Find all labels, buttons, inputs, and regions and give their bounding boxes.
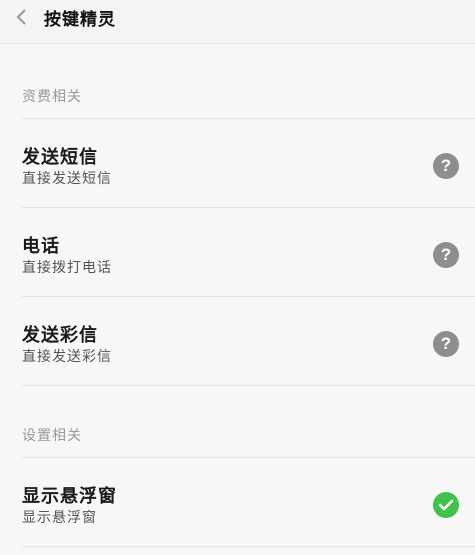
item-title: 发送彩信	[22, 325, 98, 346]
item-subtitle: 显示悬浮窗	[22, 510, 97, 526]
list-item-send-mms[interactable]: 发送彩信 直接发送彩信 ?	[0, 321, 475, 409]
item-title: 电话	[22, 236, 60, 257]
divider	[22, 385, 475, 386]
divider	[22, 546, 475, 547]
list-item-phone-call[interactable]: 电话 直接拨打电话 ?	[0, 232, 475, 320]
page-title: 按键精灵	[44, 10, 116, 30]
item-title: 显示悬浮窗	[22, 486, 117, 507]
help-icon[interactable]: ?	[433, 242, 459, 268]
help-icon[interactable]: ?	[433, 331, 459, 357]
item-subtitle: 直接发送短信	[22, 171, 112, 187]
list-item-floating-window[interactable]: 显示悬浮窗 显示悬浮窗	[0, 482, 475, 555]
section-header-fees: 资费相关	[22, 89, 82, 105]
divider	[22, 207, 475, 208]
top-app-bar: 按键精灵	[0, 0, 475, 44]
check-circle-icon[interactable]	[433, 492, 459, 518]
divider	[22, 457, 475, 458]
item-subtitle: 直接拨打电话	[22, 260, 112, 276]
list-item-send-sms[interactable]: 发送短信 直接发送短信 ?	[0, 143, 475, 231]
help-icon[interactable]: ?	[433, 153, 459, 179]
checkmark-icon	[438, 499, 454, 511]
item-title: 发送短信	[22, 147, 98, 168]
divider	[22, 296, 475, 297]
divider	[22, 118, 475, 119]
section-header-settings: 设置相关	[22, 428, 82, 444]
chevron-left-icon	[16, 9, 26, 25]
item-subtitle: 直接发送彩信	[22, 349, 112, 365]
back-button[interactable]	[6, 0, 36, 34]
